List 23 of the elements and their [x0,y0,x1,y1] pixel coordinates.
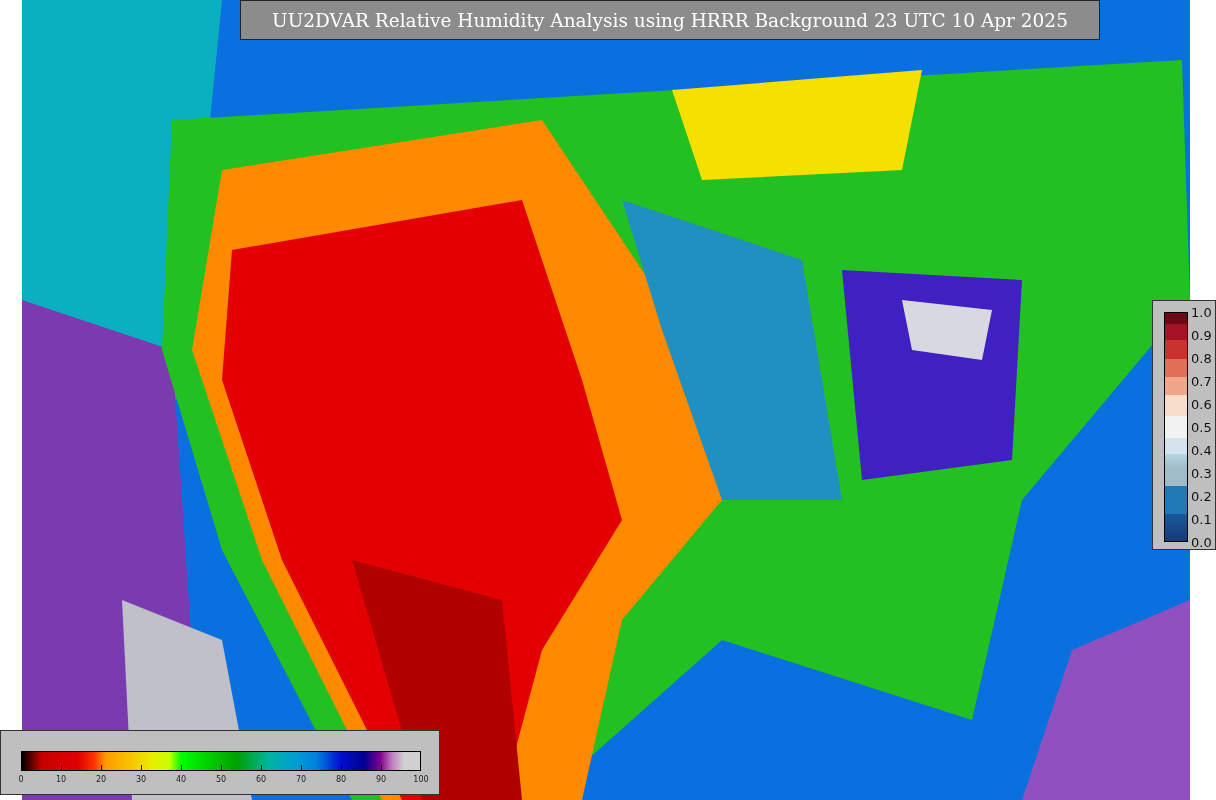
colorbar-label: 20 [95,775,107,784]
colorbar-label: 60 [255,775,267,784]
colorbar-label: 30 [135,775,147,784]
colorbar-label: 10 [55,775,67,784]
colorbar-label: 0.8 [1191,350,1212,366]
colorbar-label: 0.5 [1191,419,1212,435]
colorbar-label: 0.0 [1191,534,1212,550]
colorbar-label: 0.4 [1191,442,1212,458]
colorbar-label: 80 [335,775,347,784]
colorbar-label: 0.1 [1191,511,1212,527]
colorbar-label: 90 [375,775,387,784]
colorbar-label: 70 [295,775,307,784]
colorbar-label: 40 [175,775,187,784]
colorbar-label: 0 [18,775,24,784]
chart-title: UU2DVAR Relative Humidity Analysis using HRRR Background 23 UTC 10 Apr 2025 [240,0,1100,40]
colorbar-label: 100 [413,775,429,784]
colorbar-label: 0.3 [1191,465,1212,481]
colorbar-label: 0.9 [1191,327,1212,343]
colorbar-label: 50 [215,775,227,784]
colorbar-label: 0.6 [1191,396,1212,412]
colorbar-label: 0.2 [1191,488,1212,504]
colorbar-label: 1.0 [1191,304,1212,320]
colorbar-label: 0.7 [1191,373,1212,389]
